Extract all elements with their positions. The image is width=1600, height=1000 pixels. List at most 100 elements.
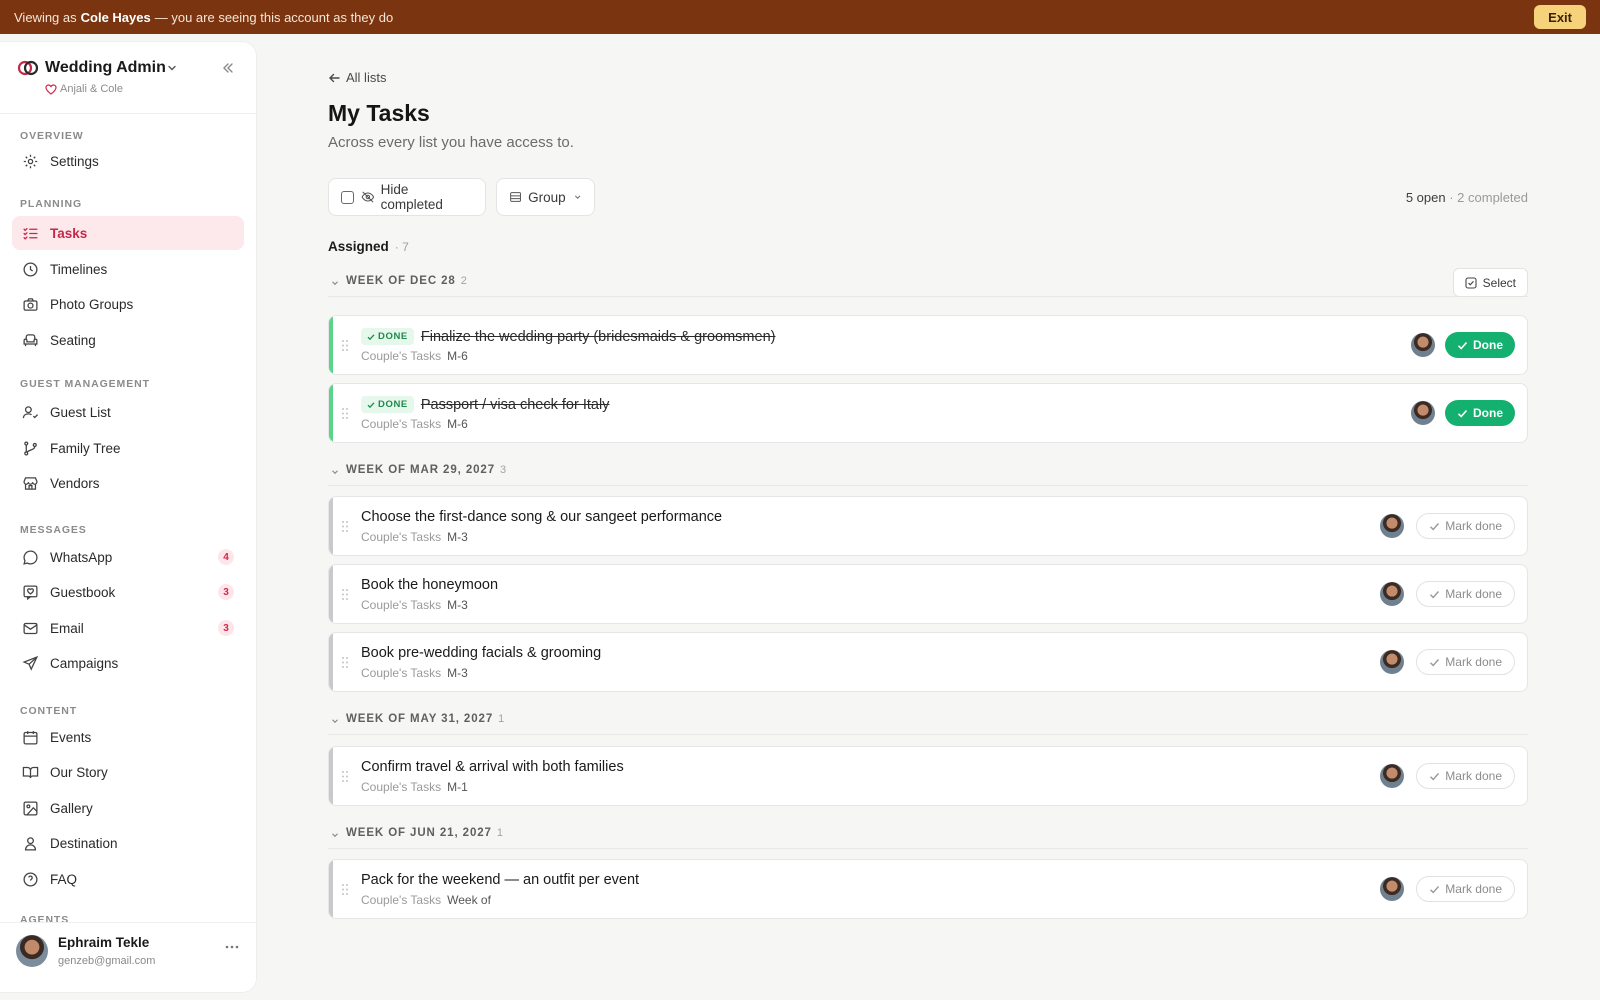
check-icon (367, 333, 375, 340)
chevron-down-icon[interactable] (330, 830, 340, 840)
sidebar-item-tasks[interactable]: Tasks (12, 216, 244, 250)
task-title[interactable]: Confirm travel & arrival with both famil… (361, 759, 624, 775)
mark-done-button[interactable]: Mark done (1416, 649, 1515, 675)
sidebar-item-gallery[interactable]: Gallery (12, 791, 244, 825)
task-list-name: Couple's Tasks (361, 780, 442, 794)
mark-done-button[interactable]: Mark done (1416, 763, 1515, 789)
drag-handle-icon[interactable] (341, 520, 349, 533)
sidebar: Wedding Admin Anjali & Cole OVERVIEW Set… (0, 42, 256, 992)
drag-handle-icon[interactable] (341, 883, 349, 896)
assignee-avatar[interactable] (1411, 333, 1435, 357)
drag-handle-icon[interactable] (341, 656, 349, 669)
week-group-header[interactable]: WEEK OF MAY 31, 2027 1 (328, 713, 1528, 735)
task-title[interactable]: Book pre-wedding facials & grooming (361, 645, 601, 661)
assignee-avatar[interactable] (1380, 582, 1404, 606)
task-row[interactable]: Book pre-wedding facials & grooming Coup… (328, 632, 1528, 692)
sidebar-item-label: Events (50, 729, 92, 745)
sidebar-item-label: Guestbook (50, 584, 116, 600)
more-horizontal-icon[interactable] (224, 943, 240, 951)
chevron-down-icon[interactable] (330, 716, 340, 726)
assignee-avatar[interactable] (1380, 877, 1404, 901)
sidebar-item-whatsapp[interactable]: WhatsApp 4 (12, 540, 244, 574)
sidebar-item-guest-list[interactable]: Guest List (12, 395, 244, 429)
task-row[interactable]: DONE Finalize the wedding party (bridesm… (328, 315, 1528, 375)
sidebar-item-timelines[interactable]: Timelines (12, 252, 244, 286)
mark-done-label: Mark done (1445, 587, 1502, 601)
week-label: WEEK OF DEC 28 2 (346, 275, 467, 287)
task-title[interactable]: Pack for the weekend — an outfit per eve… (361, 872, 639, 888)
sidebar-item-label: FAQ (50, 871, 78, 887)
sidebar-item-label: Photo Groups (50, 296, 134, 312)
sidebar-item-guestbook[interactable]: Guestbook 3 (12, 575, 244, 609)
mark-done-button[interactable]: Mark done (1416, 876, 1515, 902)
task-code: M-3 (447, 598, 468, 612)
mark-done-label: Mark done (1445, 655, 1502, 669)
task-title-line: Book the honeymoon (361, 577, 498, 593)
check-square-icon (1465, 276, 1477, 289)
assignee-avatar[interactable] (1380, 514, 1404, 538)
section-guest-management: GUEST MANAGEMENT (20, 378, 150, 390)
chevron-down-icon[interactable] (330, 278, 340, 288)
chevron-down-icon[interactable] (166, 62, 178, 74)
sidebar-item-seating[interactable]: Seating (12, 323, 244, 357)
sidebar-item-family-tree[interactable]: Family Tree (12, 431, 244, 465)
mark-done-button[interactable]: Mark done (1416, 513, 1515, 539)
done-badge-label: DONE (378, 331, 408, 342)
mark-done-button[interactable]: Mark done (1416, 581, 1515, 607)
task-title[interactable]: Book the honeymoon (361, 577, 498, 593)
week-group-header[interactable]: WEEK OF JUN 21, 2027 1 (328, 827, 1528, 849)
sidebar-item-campaigns[interactable]: Campaigns (12, 646, 244, 680)
exit-button[interactable]: Exit (1534, 5, 1586, 29)
user-profile[interactable]: Ephraim Tekle genzeb@gmail.com (0, 922, 256, 992)
group-dropdown[interactable]: Group (496, 178, 595, 216)
assignee-avatar[interactable] (1380, 764, 1404, 788)
week-group-header[interactable]: WEEK OF DEC 28 2 (328, 275, 1528, 297)
week-label: WEEK OF MAR 29, 2027 3 (346, 464, 506, 476)
sidebar-item-our-story[interactable]: Our Story (12, 755, 244, 789)
task-title[interactable]: Choose the first-dance song & our sangee… (361, 509, 722, 525)
drag-handle-icon[interactable] (341, 407, 349, 420)
sidebar-item-faq[interactable]: FAQ (12, 862, 244, 896)
drag-handle-icon[interactable] (341, 588, 349, 601)
hide-completed-checkbox[interactable] (341, 190, 354, 204)
sidebar-item-vendors[interactable]: Vendors (12, 466, 244, 500)
task-title-line: Choose the first-dance song & our sangee… (361, 509, 722, 525)
task-title-line: Pack for the weekend — an outfit per eve… (361, 872, 639, 888)
task-row[interactable]: DONE Passport / visa check for Italy Cou… (328, 383, 1528, 443)
completed-count: · 2 completed (1449, 190, 1528, 205)
unread-badge: 3 (218, 584, 234, 600)
sidebar-item-destination[interactable]: Destination (12, 826, 244, 860)
select-label: Select (1482, 275, 1516, 290)
task-row[interactable]: Confirm travel & arrival with both famil… (328, 746, 1528, 806)
done-button[interactable]: Done (1445, 332, 1515, 358)
task-title[interactable]: Finalize the wedding party (bridesmaids … (421, 329, 776, 345)
week-group-header[interactable]: WEEK OF MAR 29, 2027 3 (328, 464, 1528, 486)
checklist-icon (23, 227, 38, 240)
done-button[interactable]: Done (1445, 400, 1515, 426)
back-link[interactable]: All lists (328, 70, 386, 85)
done-button-label: Done (1473, 338, 1503, 352)
camera-icon (23, 297, 38, 311)
check-icon (1430, 885, 1440, 894)
task-title[interactable]: Passport / visa check for Italy (421, 397, 610, 413)
workspace-name[interactable]: Wedding Admin (45, 59, 166, 77)
assignee-avatar[interactable] (1411, 401, 1435, 425)
collapse-sidebar-icon[interactable] (221, 61, 235, 75)
task-row[interactable]: Book the honeymoon Couple's Tasks M-3 Mar… (328, 564, 1528, 624)
hide-completed-toggle[interactable]: Hide completed (328, 178, 486, 216)
drag-handle-icon[interactable] (341, 770, 349, 783)
sidebar-item-label: Vendors (50, 475, 100, 491)
assignee-avatar[interactable] (1380, 650, 1404, 674)
chevron-down-icon[interactable] (330, 467, 340, 477)
sidebar-item-email[interactable]: Email 3 (12, 611, 244, 645)
mark-done-label: Mark done (1445, 882, 1502, 896)
task-row[interactable]: Choose the first-dance song & our sangee… (328, 496, 1528, 556)
drag-handle-icon[interactable] (341, 339, 349, 352)
sidebar-item-events[interactable]: Events (12, 720, 244, 754)
sidebar-nav: OVERVIEW Settings PLANNING Tasks Timelin… (0, 114, 256, 922)
task-row[interactable]: Pack for the weekend — an outfit per eve… (328, 859, 1528, 919)
status-stripe (329, 747, 333, 805)
sidebar-item-photo-groups[interactable]: Photo Groups (12, 287, 244, 321)
select-button[interactable]: Select (1452, 268, 1528, 297)
sidebar-item-settings[interactable]: Settings (12, 144, 244, 178)
